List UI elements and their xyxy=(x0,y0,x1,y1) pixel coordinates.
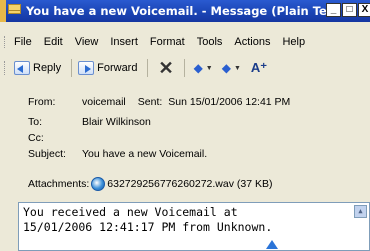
body-line: 15/01/2006 12:41:17 PM from Unknown. xyxy=(23,220,273,234)
attachment-file-link[interactable]: 632729256776260272.wav (37 KB) xyxy=(107,178,272,190)
previous-item-icon[interactable]: ◆ xyxy=(194,61,203,75)
toolbar-grip-icon[interactable] xyxy=(4,61,7,75)
sent-value: Sun 15/01/2006 12:41 PM xyxy=(168,96,291,108)
to-label: To: xyxy=(28,116,43,128)
menu-actions[interactable]: Actions xyxy=(234,36,270,48)
next-item-icon[interactable]: ◆ xyxy=(222,61,231,75)
reply-button[interactable]: Reply xyxy=(14,58,61,78)
from-value[interactable]: voicemail xyxy=(82,96,126,108)
to-row: To: Blair Wilkinson xyxy=(28,116,151,128)
menu-help[interactable]: Help xyxy=(282,36,305,48)
menu-view[interactable]: View xyxy=(75,36,99,48)
forward-icon xyxy=(78,61,95,75)
window-title: You have a new Voicemail. - Message (Pla… xyxy=(26,4,340,18)
menu-file[interactable]: File xyxy=(14,36,32,48)
media-file-icon[interactable] xyxy=(91,177,106,191)
attachments-row: Attachments: 632729256776260272.wav (37 K… xyxy=(28,177,273,191)
next-dropdown-icon[interactable]: ▼ xyxy=(234,65,241,72)
maximize-button[interactable]: □ xyxy=(342,3,357,17)
toolbar-separator xyxy=(147,59,149,77)
envelope-icon xyxy=(8,4,21,14)
toolbar-separator xyxy=(183,59,185,77)
minimize-button[interactable]: _ xyxy=(326,3,341,17)
from-label: From: xyxy=(28,96,56,108)
close-button[interactable]: X xyxy=(358,3,370,17)
toolbar-separator xyxy=(71,59,73,77)
menu-insert[interactable]: Insert xyxy=(110,36,138,48)
standard-toolbar: Reply Forward ✕ ◆ ▼ ◆ ▼ A⁺ xyxy=(0,55,370,81)
menu-format[interactable]: Format xyxy=(150,36,185,48)
menu-grip-icon[interactable] xyxy=(4,36,7,48)
from-row: From: voicemail Sent: Sun 15/01/2006 12:41 … xyxy=(28,96,290,108)
menu-edit[interactable]: Edit xyxy=(44,36,63,48)
font-size-icon[interactable]: A⁺ xyxy=(251,60,267,76)
message-body[interactable]: You received a new Voicemail at 15/01/20… xyxy=(18,202,370,251)
subject-row: Subject: You have a new Voicemail. xyxy=(28,148,207,160)
forward-button[interactable]: Forward xyxy=(78,58,137,78)
reply-icon xyxy=(14,61,30,75)
subject-label: Subject: xyxy=(28,148,66,160)
title-bar[interactable]: You have a new Voicemail. - Message (Pla… xyxy=(0,0,370,22)
cc-row: Cc: xyxy=(28,132,82,144)
delete-icon[interactable]: ✕ xyxy=(158,59,173,77)
to-value[interactable]: Blair Wilkinson xyxy=(82,116,151,128)
menu-tools[interactable]: Tools xyxy=(197,36,223,48)
body-line: You received a new Voicemail at xyxy=(23,205,238,219)
desktop-strip xyxy=(0,0,6,22)
menu-bar: File Edit View Insert Format Tools Actio… xyxy=(0,31,370,53)
attachments-label: Attachments: xyxy=(28,177,90,190)
scroll-up-icon[interactable]: ▲ xyxy=(354,205,367,218)
cc-label: Cc: xyxy=(28,132,44,144)
previous-dropdown-icon[interactable]: ▼ xyxy=(206,65,213,72)
reply-label: Reply xyxy=(33,62,62,74)
mouse-cursor-icon xyxy=(266,240,278,249)
sent-label: Sent: xyxy=(137,96,163,108)
subject-value: You have a new Voicemail. xyxy=(82,148,208,160)
forward-label: Forward xyxy=(97,62,138,74)
